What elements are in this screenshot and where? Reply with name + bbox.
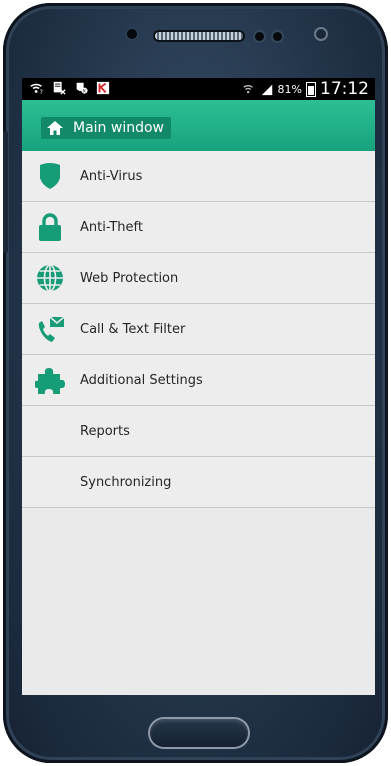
page-title: Main window [73, 120, 164, 136]
globe-icon [37, 264, 63, 292]
svg-text:K: K [83, 88, 86, 94]
menu-item-label: Web Protection [80, 270, 179, 286]
proximity-sensor [255, 32, 264, 41]
menu-item-anti-theft[interactable]: Anti-Theft [22, 202, 375, 253]
menu-item-synchronizing[interactable]: Synchronizing [22, 457, 375, 508]
lock-icon [39, 213, 61, 241]
menu-item-label: Anti-Virus [80, 168, 143, 184]
app-bar: Main window [22, 100, 375, 151]
home-hardware-button[interactable] [150, 719, 248, 747]
main-menu: Anti-Virus Anti-Theft Web Protection Cal… [22, 151, 375, 508]
svg-text:?: ? [40, 89, 43, 95]
front-camera [316, 29, 326, 39]
menu-item-label: Call & Text Filter [80, 321, 186, 337]
kaspersky-k-icon [96, 81, 110, 95]
clock: 17:12 [320, 79, 369, 99]
battery-icon [306, 81, 316, 97]
menu-item-reports[interactable]: Reports [22, 406, 375, 457]
side-volume-button [3, 131, 8, 253]
wifi-icon [242, 85, 253, 94]
status-bar-left-icons: ? K [30, 81, 110, 95]
menu-item-web-protection[interactable]: Web Protection [22, 253, 375, 304]
signal-icon [261, 84, 272, 96]
menu-item-additional-settings[interactable]: Additional Settings [22, 355, 375, 406]
phone-mail-icon [38, 316, 65, 342]
earpiece-sensor [127, 29, 137, 39]
light-sensor [273, 32, 282, 41]
puzzle-icon [35, 368, 65, 394]
notes-x-icon [53, 81, 66, 95]
status-bar-right: 81% 17:12 [242, 79, 369, 99]
battery-percent: 81% [277, 82, 302, 96]
menu-item-label: Additional Settings [80, 372, 203, 388]
shield-k-icon: K [76, 82, 88, 94]
status-bar: ? K 81% 17:12 [22, 78, 375, 100]
menu-item-label: Synchronizing [80, 474, 172, 490]
earpiece-speaker [155, 32, 243, 40]
menu-item-call-text-filter[interactable]: Call & Text Filter [22, 304, 375, 355]
menu-item-label: Anti-Theft [80, 219, 143, 235]
home-icon [47, 121, 63, 135]
menu-item-anti-virus[interactable]: Anti-Virus [22, 151, 375, 202]
shield-icon [40, 163, 60, 189]
menu-item-label: Reports [80, 423, 130, 439]
wifi-question-icon: ? [30, 83, 43, 95]
screen: ? K 81% 17:12 Main window Anti-Virus Ant… [22, 78, 375, 695]
main-window-tab[interactable]: Main window [41, 117, 171, 139]
